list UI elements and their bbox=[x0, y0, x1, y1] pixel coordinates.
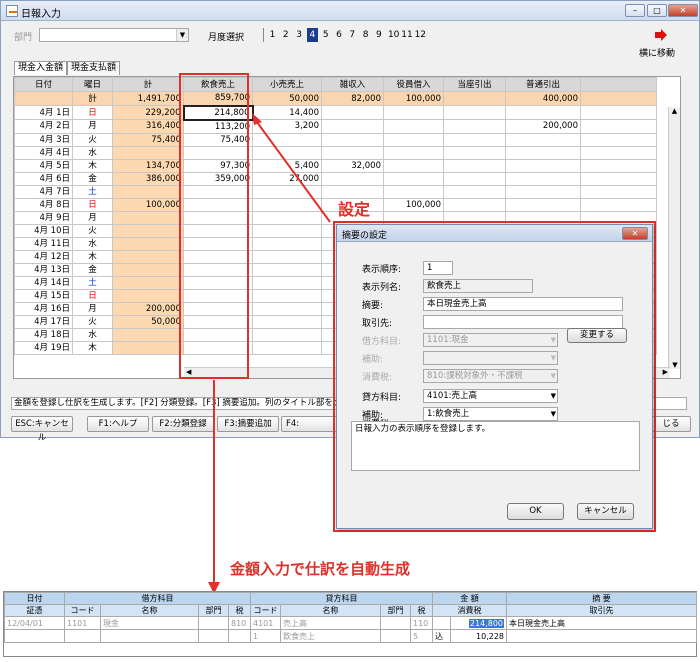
display-order-field[interactable]: 1 bbox=[423, 261, 453, 275]
display-order-value: 1 bbox=[427, 263, 433, 273]
journal-cell[interactable] bbox=[198, 629, 229, 643]
journal-cell[interactable] bbox=[100, 629, 199, 643]
credit-sub-field[interactable]: 1:飲食売上 ▼ bbox=[423, 407, 558, 421]
journal-entry-table: 日付 借方科目 貸方科目 金 額 摘 要 証憑 コード 名称 部門税コード 名称 部門税消… bbox=[3, 591, 698, 657]
journal-cell[interactable] bbox=[380, 629, 411, 643]
journal-cell[interactable] bbox=[506, 629, 698, 643]
debit-account-label: 借方科目: bbox=[362, 337, 402, 347]
journal-cell[interactable]: 214,800 bbox=[449, 616, 508, 630]
journal-cell[interactable] bbox=[432, 616, 451, 630]
credit-account-value: 4101:売上高 bbox=[427, 391, 477, 401]
journal-subheader: 名称 bbox=[100, 604, 199, 617]
chevron-down-icon: ▼ bbox=[550, 336, 556, 344]
journal-cell[interactable]: 10,228 bbox=[449, 629, 508, 643]
display-column-name-field: 飲食売上 bbox=[423, 279, 533, 293]
debit-sub-field: ▼ bbox=[423, 351, 558, 365]
counterparty-label: 取引先: bbox=[362, 319, 393, 329]
journal-subheader: 証憑 bbox=[4, 604, 65, 617]
arrow-head bbox=[252, 113, 262, 125]
journal-cell[interactable]: 売上高 bbox=[280, 616, 381, 630]
arrow-line bbox=[253, 117, 331, 223]
journal-cell[interactable]: 5 bbox=[410, 629, 433, 643]
debit-sub-label: 補助: bbox=[362, 355, 384, 365]
display-column-name-value: 飲食売上 bbox=[427, 281, 462, 291]
display-column-name-label: 表示列名: bbox=[362, 283, 402, 293]
debit-account-value: 1101:現金 bbox=[427, 335, 469, 345]
journal-cell[interactable]: 810 bbox=[228, 616, 251, 630]
auto-generate-annotation: 金額入力で仕訳を自動生成 bbox=[230, 560, 411, 578]
summary-settings-dialog: 摘要の設定 ✕ 表示順序: 1 表示列名: 飲食売上摘要: 本日現金売上高取引先: 借方科… bbox=[336, 224, 653, 529]
journal-cell[interactable] bbox=[198, 616, 229, 630]
cancel-button[interactable]: キャンセル bbox=[577, 503, 634, 520]
journal-subheader: 取引先 bbox=[506, 604, 698, 617]
journal-cell[interactable]: 12/04/01 bbox=[4, 616, 65, 630]
journal-header-amount: 金 額 bbox=[431, 592, 508, 605]
description-box: 日報入力の表示順序を登録します。 bbox=[351, 421, 640, 471]
journal-cell[interactable] bbox=[4, 629, 65, 643]
highlighted-amount: 214,800 bbox=[468, 618, 505, 628]
journal-cell[interactable]: 現金 bbox=[100, 616, 199, 630]
dialog-title-bar: 摘要の設定 ✕ bbox=[337, 225, 652, 242]
journal-header-debit: 借方科目 bbox=[64, 592, 251, 605]
journal-subheader: 部門 bbox=[198, 604, 229, 617]
dialog-title: 摘要の設定 bbox=[342, 231, 388, 241]
dialog-close-button[interactable]: ✕ bbox=[622, 227, 648, 240]
journal-cell[interactable]: 込 bbox=[432, 629, 451, 643]
summary-value: 本日現金売上高 bbox=[427, 299, 487, 309]
journal-cell[interactable]: 4101 bbox=[250, 616, 281, 630]
journal-cell[interactable]: 本日現金売上高 bbox=[506, 616, 698, 630]
journal-cell[interactable]: 1 bbox=[250, 629, 281, 643]
journal-subheader: コード bbox=[250, 604, 281, 617]
journal-cell[interactable]: 飲食売上 bbox=[280, 629, 381, 643]
journal-header-credit: 貸方科目 bbox=[250, 592, 433, 605]
debit-tax-label: 消費税: bbox=[362, 373, 393, 383]
summary-label: 摘要: bbox=[362, 301, 384, 311]
journal-cell[interactable] bbox=[380, 616, 411, 630]
ok-button[interactable]: OK bbox=[507, 503, 564, 520]
settings-annotation: 設定 bbox=[338, 200, 371, 219]
debit-account-field: 1101:現金 ▼ bbox=[423, 333, 558, 347]
summary-field[interactable]: 本日現金売上高 bbox=[423, 297, 623, 311]
chevron-down-icon: ▼ bbox=[550, 410, 556, 418]
journal-cell[interactable]: 110 bbox=[410, 616, 433, 630]
journal-subheader: コード bbox=[64, 604, 101, 617]
chevron-down-icon: ▼ bbox=[550, 354, 556, 362]
counterparty-field[interactable] bbox=[423, 315, 623, 329]
journal-subheader: 税 bbox=[410, 604, 433, 617]
credit-sub-value: 1:飲食売上 bbox=[427, 409, 470, 419]
debit-tax-value: 810:課税対象外・不課税 bbox=[427, 371, 523, 381]
chevron-down-icon: ▼ bbox=[550, 372, 556, 380]
credit-account-label: 貸方科目: bbox=[362, 393, 402, 403]
journal-header-summary: 摘 要 bbox=[506, 592, 698, 605]
journal-subheader: 消費税 bbox=[431, 604, 508, 617]
journal-cell[interactable] bbox=[228, 629, 251, 643]
journal-cell[interactable] bbox=[64, 629, 101, 643]
credit-account-field[interactable]: 4101:売上高 ▼ bbox=[423, 389, 558, 403]
chevron-down-icon: ▼ bbox=[550, 392, 556, 400]
journal-subheader: 税 bbox=[228, 604, 251, 617]
change-button[interactable]: 変更する bbox=[567, 328, 627, 343]
journal-subheader: 部門 bbox=[380, 604, 411, 617]
display-order-label: 表示順序: bbox=[362, 265, 402, 275]
journal-subheader: 名称 bbox=[280, 604, 381, 617]
debit-tax-field: 810:課税対象外・不課税 ▼ bbox=[423, 369, 558, 383]
journal-header-date: 日付 bbox=[4, 592, 65, 605]
journal-cell[interactable]: 1101 bbox=[64, 616, 101, 630]
